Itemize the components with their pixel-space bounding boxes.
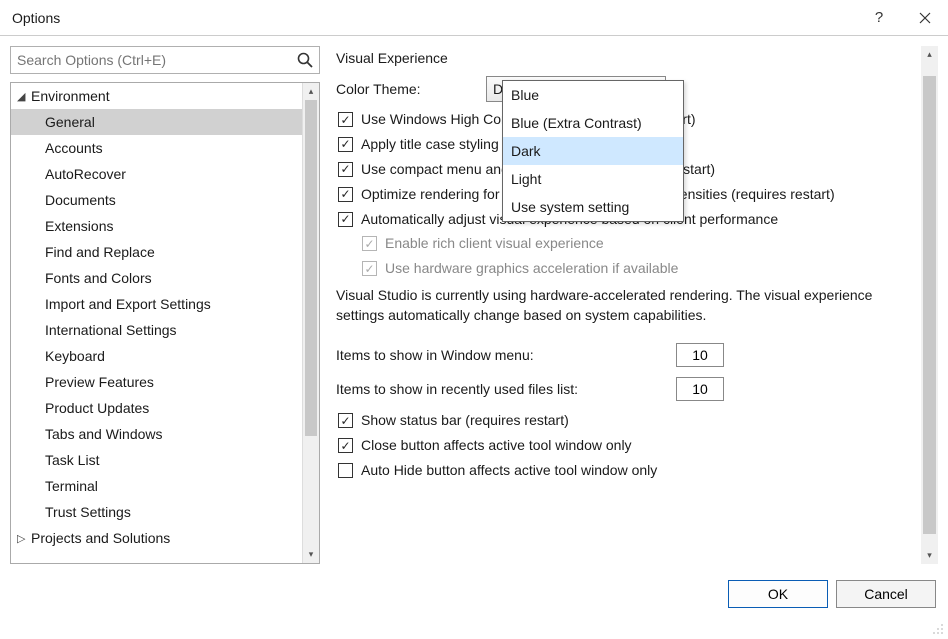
scroll-track[interactable] <box>303 436 319 546</box>
check-status-bar[interactable]: ✓ Show status bar (requires restart) <box>336 411 918 430</box>
tree-label: Fonts and Colors <box>45 270 152 286</box>
scroll-thumb[interactable] <box>305 100 317 436</box>
tree-item-autorecover[interactable]: AutoRecover <box>11 161 319 187</box>
checkbox-icon: ✓ <box>338 438 353 453</box>
tree-item-accounts[interactable]: Accounts <box>11 135 319 161</box>
close-button[interactable] <box>902 0 948 36</box>
panel-scrollbar[interactable]: ▴ ▾ <box>921 46 938 564</box>
tree-item-import-and-export-settings[interactable]: Import and Export Settings <box>11 291 319 317</box>
titlebar: Options ? <box>0 0 948 36</box>
nav-tree: ◢ Environment General Accounts AutoRecover… <box>10 82 320 564</box>
tree-label: General <box>45 114 95 130</box>
checkbox-icon: ✓ <box>338 212 353 227</box>
tree-item-tabs-and-windows[interactable]: Tabs and Windows <box>11 421 319 447</box>
main-area: ◢ Environment General Accounts AutoRecover… <box>0 36 948 564</box>
tree-label: Product Updates <box>45 400 149 416</box>
scroll-up-icon[interactable]: ▴ <box>921 46 938 63</box>
tree-label: Environment <box>31 88 110 104</box>
checkbox-icon: ✓ <box>338 187 353 202</box>
checkbox-icon: ✓ <box>362 236 377 251</box>
tree-item-trust-settings[interactable]: Trust Settings <box>11 499 319 525</box>
collapse-icon: ▷ <box>17 532 31 545</box>
tree-label: Find and Replace <box>45 244 155 260</box>
check-hw-accel: ✓ Use hardware graphics acceleration if … <box>336 259 918 278</box>
color-theme-label: Color Theme: <box>336 81 486 97</box>
tree-label: AutoRecover <box>45 166 126 182</box>
theme-dropdown: Blue Blue (Extra Contrast) Dark Light Us… <box>502 80 684 222</box>
check-label: Auto Hide button affects active tool win… <box>361 461 918 480</box>
expand-icon: ◢ <box>17 90 31 103</box>
tree-item-product-updates[interactable]: Product Updates <box>11 395 319 421</box>
ok-button[interactable]: OK <box>728 580 828 608</box>
tree-label: International Settings <box>45 322 177 338</box>
tree-item-documents[interactable]: Documents <box>11 187 319 213</box>
theme-option-dark[interactable]: Dark <box>503 137 683 165</box>
tree-item-find-and-replace[interactable]: Find and Replace <box>11 239 319 265</box>
tree-label: Import and Export Settings <box>45 296 211 312</box>
tree-item-task-list[interactable]: Task List <box>11 447 319 473</box>
scroll-thumb[interactable] <box>923 76 936 534</box>
tree-label: Accounts <box>45 140 103 156</box>
tree-label: Preview Features <box>45 374 154 390</box>
scroll-down-icon[interactable]: ▾ <box>303 546 319 563</box>
check-label: Enable rich client visual experience <box>385 234 918 253</box>
tree-label: Trust Settings <box>45 504 131 520</box>
tree-label: Terminal <box>45 478 98 494</box>
tree-item-general[interactable]: General <box>11 109 319 135</box>
checkbox-icon: ✓ <box>362 261 377 276</box>
checkbox-icon: ✓ <box>338 162 353 177</box>
tree-label: Extensions <box>45 218 113 234</box>
tree-label: Keyboard <box>45 348 105 364</box>
tree-item-extensions[interactable]: Extensions <box>11 213 319 239</box>
checkbox-icon: ✓ <box>338 112 353 127</box>
recent-files-row: Items to show in recently used files lis… <box>336 377 918 401</box>
check-label: Show status bar (requires restart) <box>361 411 918 430</box>
tree-label: Documents <box>45 192 116 208</box>
theme-option-system[interactable]: Use system setting <box>503 193 683 221</box>
scroll-up-icon[interactable]: ▴ <box>303 83 319 100</box>
tree-item-international-settings[interactable]: International Settings <box>11 317 319 343</box>
search-wrap <box>10 46 320 74</box>
tree-item-keyboard[interactable]: Keyboard <box>11 343 319 369</box>
tree-item-fonts-and-colors[interactable]: Fonts and Colors <box>11 265 319 291</box>
tree-label: Task List <box>45 452 99 468</box>
check-label: Close button affects active tool window … <box>361 436 918 455</box>
tree-item-preview-features[interactable]: Preview Features <box>11 369 319 395</box>
cancel-button[interactable]: Cancel <box>836 580 936 608</box>
close-icon <box>919 12 931 24</box>
tree-item-environment[interactable]: ◢ Environment <box>11 83 319 109</box>
check-rich-client: ✓ Enable rich client visual experience <box>336 234 918 253</box>
tree-item-projects[interactable]: ▷ Projects and Solutions <box>11 525 319 551</box>
recent-files-input[interactable] <box>676 377 724 401</box>
theme-option-blue-contrast[interactable]: Blue (Extra Contrast) <box>503 109 683 137</box>
window-menu-row: Items to show in Window menu: <box>336 343 918 367</box>
help-button[interactable]: ? <box>856 0 902 36</box>
recent-files-label: Items to show in recently used files lis… <box>336 381 656 397</box>
scroll-down-icon[interactable]: ▾ <box>921 547 938 564</box>
check-autohide-tool[interactable]: Auto Hide button affects active tool win… <box>336 461 918 480</box>
tree-label: Tabs and Windows <box>45 426 163 442</box>
theme-option-blue[interactable]: Blue <box>503 81 683 109</box>
window-title: Options <box>12 10 60 26</box>
search-input[interactable] <box>10 46 320 74</box>
checkbox-icon <box>338 463 353 478</box>
render-desc: Visual Studio is currently using hardwar… <box>336 286 918 325</box>
section-title: Visual Experience <box>336 50 918 66</box>
tree-scrollbar[interactable]: ▴ ▾ <box>302 83 319 563</box>
left-panel: ◢ Environment General Accounts AutoRecover… <box>10 46 320 564</box>
check-label: Use hardware graphics acceleration if av… <box>385 259 918 278</box>
theme-option-light[interactable]: Light <box>503 165 683 193</box>
tree-item-terminal[interactable]: Terminal <box>11 473 319 499</box>
dialog-buttons: OK Cancel <box>0 564 948 624</box>
window-menu-label: Items to show in Window menu: <box>336 347 656 363</box>
tree-label: Projects and Solutions <box>31 530 170 546</box>
check-close-tool[interactable]: ✓ Close button affects active tool windo… <box>336 436 918 455</box>
checkbox-icon: ✓ <box>338 413 353 428</box>
window-menu-input[interactable] <box>676 343 724 367</box>
resize-grip-icon[interactable] <box>932 623 944 635</box>
checkbox-icon: ✓ <box>338 137 353 152</box>
titlebar-controls: ? <box>856 0 948 36</box>
